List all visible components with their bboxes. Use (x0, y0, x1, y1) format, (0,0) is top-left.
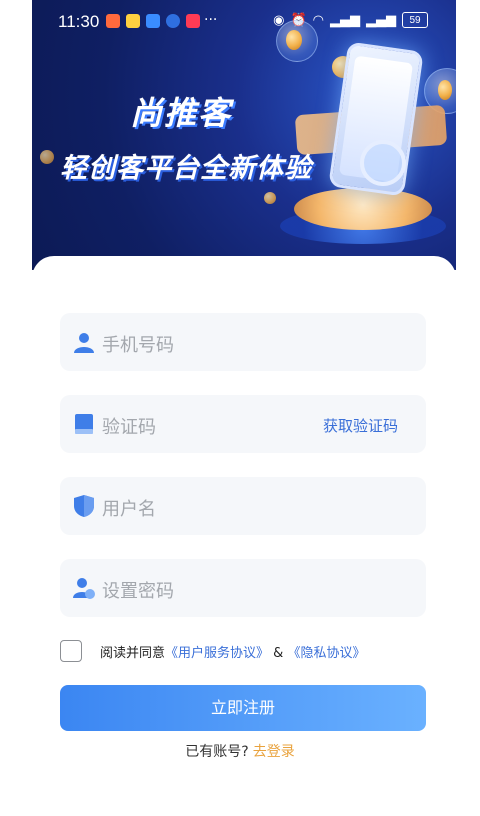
agreement-checkbox[interactable] (60, 640, 82, 662)
get-code-button[interactable]: 获取验证码 (323, 415, 398, 436)
login-link[interactable]: 去登录 (253, 744, 295, 760)
agreement-row: 阅读并同意《用户服务协议》 & 《隐私协议》 (60, 638, 440, 666)
browser-notification-icon (166, 14, 180, 28)
banner-subtitle: 轻创客平台全新体验 (60, 153, 312, 184)
agreement-and: & (273, 646, 284, 661)
password-field[interactable]: 设置密码 (60, 559, 426, 617)
status-time: 11:30 (58, 12, 100, 31)
banner-title: 尚推客 (130, 94, 233, 132)
signal-icon: ▂▄▆ (366, 12, 396, 28)
app-notification-icon (186, 14, 200, 28)
coin-illustration (40, 150, 54, 164)
shield-icon (74, 495, 94, 517)
register-button[interactable]: 立即注册 (60, 685, 426, 731)
more-notifications-icon: ··· (204, 12, 218, 28)
user-agreement-link[interactable]: 《用户服务协议》 (165, 646, 269, 661)
book-icon (75, 414, 93, 434)
login-prompt: 已有账号? 去登录 (0, 741, 480, 761)
podium-illustration (294, 188, 432, 230)
agreement-text: 阅读并同意《用户服务协议》 & 《隐私协议》 (100, 642, 365, 661)
signal-icon: ▂▄▆ (330, 12, 360, 28)
agreement-prefix: 阅读并同意 (100, 646, 166, 661)
battery-icon: 59 (402, 12, 428, 28)
phone-field[interactable]: 手机号码 (60, 313, 426, 371)
user-icon (74, 333, 94, 353)
username-field[interactable]: 用户名 (60, 477, 426, 535)
status-bar: 11:30 ··· ◉ ⏰ ◠ ▂▄▆ ▂▄▆ 59 (32, 0, 456, 40)
coin-illustration (438, 80, 452, 100)
password-input[interactable]: 设置密码 (102, 577, 174, 603)
message-notification-icon (126, 14, 140, 28)
wifi-icon: ◠ (312, 12, 324, 28)
app-notification-icon (146, 14, 160, 28)
login-prompt-text: 已有账号? (185, 744, 249, 760)
user-lock-icon (73, 578, 95, 599)
code-field[interactable]: 验证码 获取验证码 (60, 395, 426, 453)
app-notification-icon (106, 14, 120, 28)
register-screen: 11:30 ··· ◉ ⏰ ◠ ▂▄▆ ▂▄▆ 59 (0, 0, 480, 816)
code-input[interactable]: 验证码 (102, 413, 156, 439)
privacy-link[interactable]: 《隐私协议》 (287, 646, 365, 661)
promo-banner: 11:30 ··· ◉ ⏰ ◠ ▂▄▆ ▂▄▆ 59 (32, 0, 456, 270)
phone-input[interactable]: 手机号码 (102, 331, 174, 357)
magnifier-illustration (360, 140, 406, 186)
username-input[interactable]: 用户名 (102, 495, 156, 521)
coin-illustration (286, 30, 302, 50)
coin-illustration (264, 192, 276, 204)
